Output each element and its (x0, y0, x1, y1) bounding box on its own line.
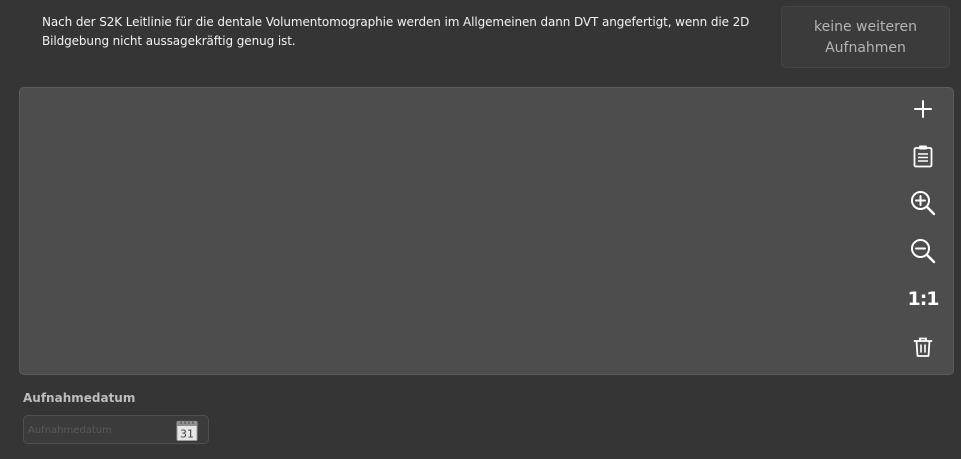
date-input[interactable] (28, 420, 168, 440)
clipboard-icon (913, 145, 933, 168)
date-field: 31 (23, 415, 209, 444)
image-toolbar: 1:1 (905, 88, 941, 374)
delete-image-button[interactable] (905, 329, 941, 365)
calendar-icon[interactable]: 31 (176, 419, 198, 441)
add-image-button[interactable] (905, 91, 941, 127)
no-more-images-button[interactable]: keine weiteren Aufnahmen (781, 6, 950, 68)
zoom-in-button[interactable] (905, 185, 941, 221)
trash-icon (913, 337, 933, 357)
zoom-in-icon (911, 191, 936, 216)
calendar-day-text: 31 (180, 428, 194, 441)
paste-image-button[interactable] (905, 138, 941, 174)
info-text: Nach der S2K Leitlinie für die dentale V… (42, 15, 750, 48)
zoom-out-button[interactable] (905, 233, 941, 269)
one-to-one-icon: 1:1 (907, 288, 939, 310)
actual-size-button[interactable]: 1:1 (905, 281, 941, 317)
plus-icon (914, 100, 932, 118)
date-label: Aufnahmedatum (23, 391, 136, 405)
image-drop-area[interactable]: 1:1 (19, 87, 954, 375)
zoom-out-icon (911, 239, 936, 264)
